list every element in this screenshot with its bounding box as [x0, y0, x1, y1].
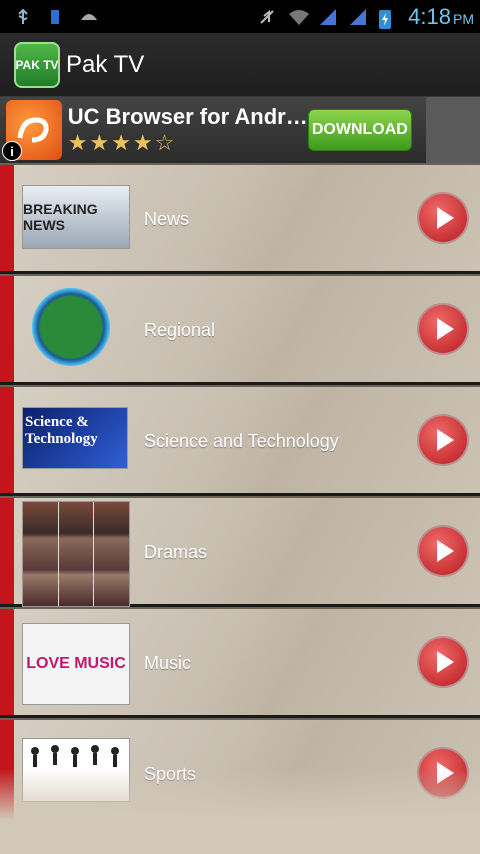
wifi-icon: [288, 8, 310, 26]
category-label: Music: [144, 653, 192, 673]
play-icon[interactable]: [419, 305, 467, 353]
ad-rating-stars: ★★★★☆: [67, 130, 177, 155]
category-item-music[interactable]: LOVE MUSIC Music: [0, 607, 480, 715]
accent-bar: [0, 387, 14, 493]
mute-icon: [258, 8, 276, 26]
app-logo-icon[interactable]: PAK TV: [14, 41, 60, 88]
action-bar: PAK TV Pak TV: [0, 33, 480, 97]
ad-title: UC Browser for Andr…: [67, 104, 308, 129]
category-item-news[interactable]: BREAKING NEWS News: [0, 163, 480, 271]
category-label: Regional: [144, 320, 216, 340]
accent-bar: [0, 498, 14, 604]
play-icon[interactable]: [419, 527, 467, 575]
accent-bar: [0, 165, 14, 271]
music-thumbnail: LOVE MUSIC: [22, 623, 130, 705]
category-item-dramas[interactable]: Dramas: [0, 496, 480, 607]
signal-icon-1: [318, 8, 337, 26]
science-thumbnail: Science & Technology: [22, 407, 128, 469]
dramas-thumbnail: [22, 501, 130, 607]
battery-small-icon: [46, 8, 64, 26]
ad-download-button[interactable]: DOWNLOAD: [307, 109, 412, 151]
accent-bar: [0, 276, 14, 382]
accent-bar: [0, 609, 14, 715]
bottom-fade: [0, 769, 480, 854]
usb-icon: [14, 8, 32, 26]
signal-icon-2: [348, 8, 367, 26]
ad-banner[interactable]: UC Browser for Andr… ★★★★☆ DOWNLOAD i: [0, 97, 426, 163]
ad-info-icon[interactable]: i: [2, 141, 22, 161]
play-icon[interactable]: [419, 638, 467, 686]
regional-thumbnail: [32, 288, 110, 366]
news-thumbnail: BREAKING NEWS: [22, 185, 130, 249]
category-item-science-technology[interactable]: Science & Technology Science and Technol…: [0, 385, 480, 493]
category-label: News: [144, 209, 190, 229]
category-label: Science and Technology: [144, 431, 339, 451]
android-icon: [78, 8, 97, 26]
app-title: Pak TV: [66, 50, 145, 78]
category-item-regional[interactable]: Regional: [0, 274, 480, 382]
category-label: Dramas: [144, 542, 208, 562]
battery-icon: [378, 8, 396, 29]
ad-side-panel: [426, 97, 480, 163]
play-icon[interactable]: [419, 194, 467, 242]
status-bar: 4:18 PM: [0, 0, 480, 33]
clock: 4:18 PM: [408, 3, 474, 29]
category-list: BREAKING NEWS News Regional Science & Te…: [0, 163, 480, 854]
play-icon[interactable]: [419, 416, 467, 464]
